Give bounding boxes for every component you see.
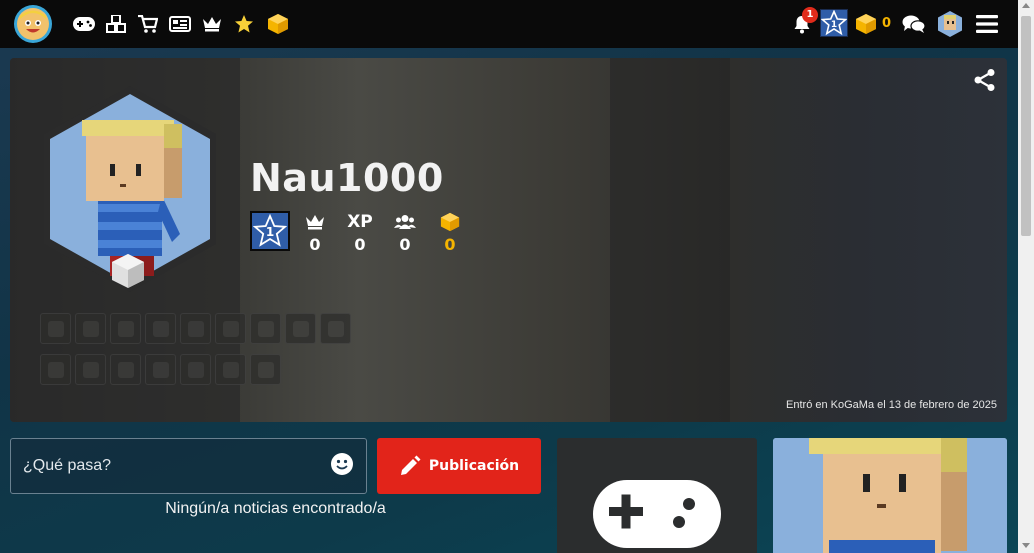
- crown-icon: [295, 211, 335, 233]
- stat-friends: 0: [385, 211, 425, 254]
- gold-cube-icon: [430, 211, 470, 233]
- achievement-badges: [40, 313, 351, 395]
- gold-cube-icon[interactable]: [266, 12, 290, 36]
- news-icon[interactable]: [168, 12, 192, 36]
- avatar-card[interactable]: [773, 438, 1007, 553]
- background-shade: [610, 58, 730, 422]
- profile-avatar[interactable]: [40, 84, 220, 294]
- achievement-badge[interactable]: [40, 313, 71, 344]
- nav-level-text: 1: [831, 20, 837, 30]
- profile-header-panel: Nau1000 1 0 XP 0 0 0 Entró en KoGaMa el …: [10, 58, 1007, 422]
- xp-label: XP: [347, 212, 373, 232]
- stat-crown: 0: [295, 211, 335, 254]
- top-navigation-bar: 1 1 0: [0, 0, 1018, 48]
- xp-value: 0: [354, 235, 366, 254]
- achievement-badge[interactable]: [215, 354, 246, 385]
- achievement-badge[interactable]: [110, 354, 141, 385]
- scroll-down-arrow-icon[interactable]: [1022, 543, 1030, 548]
- achievement-badge[interactable]: [110, 313, 141, 344]
- achievement-badge[interactable]: [40, 354, 71, 385]
- games-card[interactable]: [557, 438, 757, 553]
- chat-icon[interactable]: [902, 12, 926, 36]
- achievement-badge[interactable]: [180, 313, 211, 344]
- stat-gold: 0: [430, 211, 470, 254]
- cart-icon[interactable]: [136, 12, 160, 36]
- friends-icon: [385, 211, 425, 233]
- star-icon[interactable]: [232, 12, 256, 36]
- crown-icon[interactable]: [200, 12, 224, 36]
- avatar-preview-image: [773, 438, 1007, 553]
- profile-level-badge: 1: [250, 211, 290, 251]
- joined-date: Entró en KoGaMa el 13 de febrero de 2025: [786, 399, 997, 411]
- crown-value: 0: [309, 235, 321, 254]
- pencil-icon: [400, 455, 421, 475]
- avatar-icon[interactable]: [936, 10, 964, 38]
- post-input-box: [10, 438, 367, 494]
- post-text-input[interactable]: [23, 455, 323, 477]
- achievement-badge[interactable]: [320, 313, 351, 344]
- emoji-icon[interactable]: [330, 452, 356, 478]
- achievement-badge[interactable]: [75, 313, 106, 344]
- friends-value: 0: [399, 235, 411, 254]
- level-star-icon[interactable]: 1: [820, 9, 848, 37]
- stat-xp: XP 0: [340, 211, 380, 254]
- notification-count-badge: 1: [802, 7, 818, 23]
- achievement-badge[interactable]: [145, 313, 176, 344]
- gamepad-icon[interactable]: [72, 12, 96, 36]
- achievement-badge[interactable]: [250, 354, 281, 385]
- achievement-badge[interactable]: [215, 313, 246, 344]
- achievement-badge[interactable]: [145, 354, 176, 385]
- cubes-icon[interactable]: [104, 12, 128, 36]
- hamburger-menu-icon[interactable]: [975, 12, 999, 36]
- scroll-up-arrow-icon[interactable]: [1022, 3, 1030, 8]
- share-icon[interactable]: [973, 68, 997, 92]
- scrollbar-thumb[interactable]: [1021, 16, 1031, 236]
- empty-feed-message: Ningún/a noticias encontrado/a: [165, 500, 386, 517]
- gold-count: 0: [882, 16, 892, 31]
- gold-cube-icon[interactable]: [854, 12, 878, 36]
- publish-button[interactable]: Publicación: [377, 438, 541, 494]
- achievement-badge[interactable]: [75, 354, 106, 385]
- gamepad-icon: [593, 480, 721, 548]
- profile-level-text: 1: [266, 225, 274, 239]
- profile-username: Nau1000: [250, 156, 444, 200]
- achievement-badge[interactable]: [250, 313, 281, 344]
- publish-label: Publicación: [428, 458, 520, 474]
- gold-value: 0: [444, 235, 456, 254]
- achievement-badge[interactable]: [285, 313, 316, 344]
- logo-icon[interactable]: [14, 5, 52, 43]
- achievement-badge[interactable]: [180, 354, 211, 385]
